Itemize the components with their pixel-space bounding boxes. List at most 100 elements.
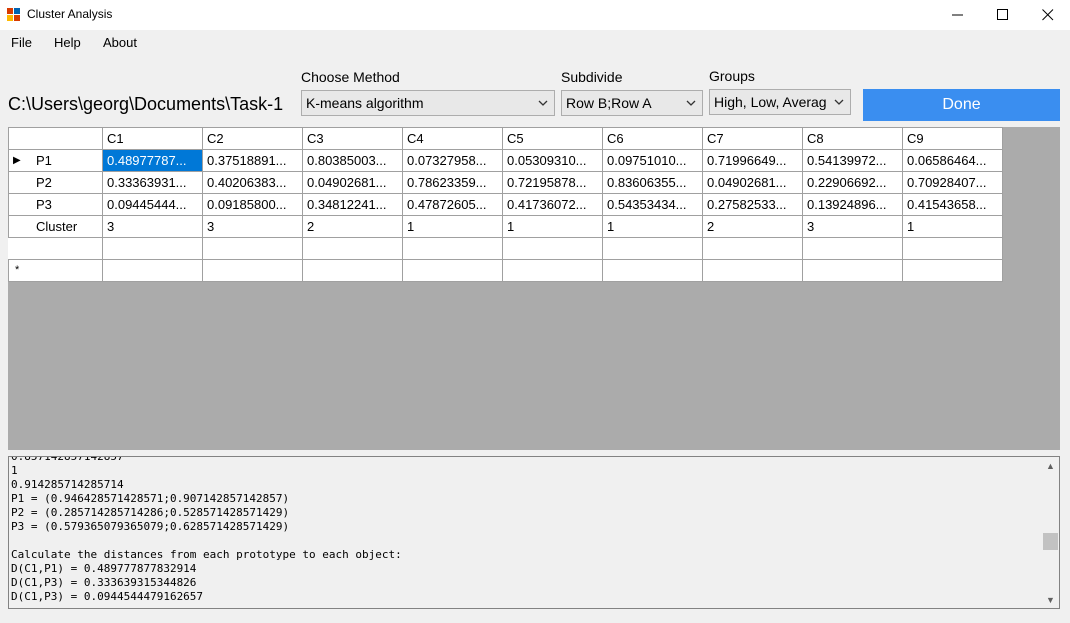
grid-cell[interactable]: 0.06586464... bbox=[902, 149, 1003, 172]
grid-cell[interactable] bbox=[702, 259, 803, 282]
close-button[interactable] bbox=[1025, 0, 1070, 30]
column-header[interactable]: C5 bbox=[502, 127, 603, 150]
grid-cell[interactable]: 0.54139972... bbox=[802, 149, 903, 172]
grid-cell[interactable]: 0.04902681... bbox=[302, 171, 403, 194]
grid-cell[interactable]: 0.78623359... bbox=[402, 171, 503, 194]
grid-cell[interactable] bbox=[302, 237, 403, 260]
grid-cell[interactable] bbox=[602, 259, 703, 282]
grid-cell[interactable]: 3 bbox=[802, 215, 903, 238]
menu-help[interactable]: Help bbox=[54, 35, 81, 50]
grid-cell[interactable]: 0.41543658... bbox=[902, 193, 1003, 216]
grid-cell[interactable]: 0.40206383... bbox=[202, 171, 303, 194]
grid-cell[interactable] bbox=[602, 237, 703, 260]
grid-cell[interactable] bbox=[802, 237, 903, 260]
grid-cell[interactable] bbox=[502, 259, 603, 282]
close-icon bbox=[1042, 9, 1054, 21]
chevron-down-icon bbox=[686, 100, 696, 106]
column-header[interactable]: C3 bbox=[302, 127, 403, 150]
grid-cell[interactable]: 0.34812241... bbox=[302, 193, 403, 216]
log-output[interactable]: 0.857142857142857 1 0.914285714285714 P1 = … bbox=[8, 456, 1060, 609]
row-header[interactable]: P2 bbox=[8, 171, 103, 194]
grid-cell[interactable]: 0.54353434... bbox=[602, 193, 703, 216]
grid-cell[interactable] bbox=[202, 259, 303, 282]
grid-cell[interactable]: 0.04902681... bbox=[702, 171, 803, 194]
table-row[interactable]: P2 0.33363931... 0.40206383... 0.04902681..… bbox=[8, 171, 1003, 194]
minimize-button[interactable] bbox=[935, 0, 981, 30]
menu-about[interactable]: About bbox=[103, 35, 137, 50]
empty-row[interactable] bbox=[8, 237, 1003, 260]
grid-cell[interactable]: 0.48977787... bbox=[102, 149, 203, 172]
menu-file[interactable]: File bbox=[11, 35, 32, 50]
grid-cell[interactable]: 0.33363931... bbox=[102, 171, 203, 194]
grid-cell[interactable]: 0.09445444... bbox=[102, 193, 203, 216]
grid-cell[interactable]: 0.80385003... bbox=[302, 149, 403, 172]
column-header[interactable]: C2 bbox=[202, 127, 303, 150]
grid-cell[interactable]: 3 bbox=[102, 215, 203, 238]
grid-cell[interactable] bbox=[402, 259, 503, 282]
grid-cell[interactable]: 0.47872605... bbox=[402, 193, 503, 216]
subdivide-dropdown[interactable]: Row B;Row A bbox=[561, 90, 703, 116]
log-line: 0.914285714285714 bbox=[11, 478, 124, 491]
done-button[interactable]: Done bbox=[863, 89, 1060, 121]
column-header[interactable]: C1 bbox=[102, 127, 203, 150]
grid-cell[interactable] bbox=[902, 237, 1003, 260]
grid-cell[interactable]: 0.07327958... bbox=[402, 149, 503, 172]
column-header[interactable]: C6 bbox=[602, 127, 703, 150]
grid-cell[interactable] bbox=[102, 259, 203, 282]
grid-cell[interactable]: 0.05309310... bbox=[502, 149, 603, 172]
table-row[interactable]: Cluster 3 3 2 1 1 1 2 3 1 bbox=[8, 215, 1003, 238]
grid-cell[interactable]: 0.22906692... bbox=[802, 171, 903, 194]
log-scrollbar[interactable]: ▲ ▼ bbox=[1042, 457, 1059, 608]
grid-cell[interactable]: 3 bbox=[202, 215, 303, 238]
log-line: 1 bbox=[11, 464, 18, 477]
row-header[interactable]: Cluster bbox=[8, 215, 103, 238]
grid-cell[interactable] bbox=[302, 259, 403, 282]
grid-cell[interactable]: 0.70928407... bbox=[902, 171, 1003, 194]
column-header[interactable]: C7 bbox=[702, 127, 803, 150]
grid-cell[interactable] bbox=[502, 237, 603, 260]
new-row[interactable]: * bbox=[8, 259, 1003, 282]
grid-cell[interactable] bbox=[402, 237, 503, 260]
groups-value: High, Low, Averag bbox=[714, 94, 827, 110]
current-row-icon: ▶ bbox=[13, 155, 21, 166]
table-row[interactable]: P3 0.09445444... 0.09185800... 0.34812241..… bbox=[8, 193, 1003, 216]
minimize-icon bbox=[952, 14, 963, 16]
row-header[interactable]: * bbox=[8, 259, 103, 282]
row-header[interactable] bbox=[8, 237, 103, 260]
grid-cell[interactable]: 0.37518891... bbox=[202, 149, 303, 172]
grid-cell[interactable] bbox=[802, 259, 903, 282]
grid-cell[interactable]: 1 bbox=[602, 215, 703, 238]
row-header[interactable]: ▶ P1 bbox=[8, 149, 103, 172]
grid-cell[interactable]: 1 bbox=[502, 215, 603, 238]
grid-cell[interactable]: 0.71996649... bbox=[702, 149, 803, 172]
grid-cell[interactable]: 0.13924896... bbox=[802, 193, 903, 216]
table-row[interactable]: ▶ P1 0.48977787... 0.37518891... 0.80385003.… bbox=[8, 149, 1003, 172]
scroll-up-icon[interactable]: ▲ bbox=[1042, 457, 1059, 474]
subdivide-label: Subdivide bbox=[561, 69, 623, 85]
grid-cell[interactable]: 0.83606355... bbox=[602, 171, 703, 194]
column-header[interactable]: C4 bbox=[402, 127, 503, 150]
log-text: 0.857142857142857 1 0.914285714285714 P1 = … bbox=[11, 457, 402, 604]
grid-cell[interactable]: 0.41736072... bbox=[502, 193, 603, 216]
grid-cell[interactable]: 1 bbox=[902, 215, 1003, 238]
grid-cell[interactable] bbox=[702, 237, 803, 260]
grid-cell[interactable]: 0.09751010... bbox=[602, 149, 703, 172]
grid-cell[interactable]: 2 bbox=[702, 215, 803, 238]
groups-dropdown[interactable]: High, Low, Averag bbox=[709, 89, 851, 115]
grid-cell[interactable] bbox=[202, 237, 303, 260]
column-header[interactable]: C8 bbox=[802, 127, 903, 150]
grid-cell[interactable] bbox=[102, 237, 203, 260]
grid-cell[interactable]: 0.72195878... bbox=[502, 171, 603, 194]
log-line: P2 = (0.285714285714286;0.52857142857142… bbox=[11, 506, 290, 519]
grid-cell[interactable] bbox=[902, 259, 1003, 282]
row-header[interactable]: P3 bbox=[8, 193, 103, 216]
grid-cell[interactable]: 0.27582533... bbox=[702, 193, 803, 216]
column-header[interactable]: C9 bbox=[902, 127, 1003, 150]
maximize-button[interactable] bbox=[980, 0, 1026, 30]
grid-cell[interactable]: 2 bbox=[302, 215, 403, 238]
method-dropdown[interactable]: K-means algorithm bbox=[301, 90, 555, 116]
grid-cell[interactable]: 1 bbox=[402, 215, 503, 238]
scroll-thumb[interactable] bbox=[1043, 533, 1058, 550]
grid-cell[interactable]: 0.09185800... bbox=[202, 193, 303, 216]
scroll-down-icon[interactable]: ▼ bbox=[1042, 591, 1059, 608]
